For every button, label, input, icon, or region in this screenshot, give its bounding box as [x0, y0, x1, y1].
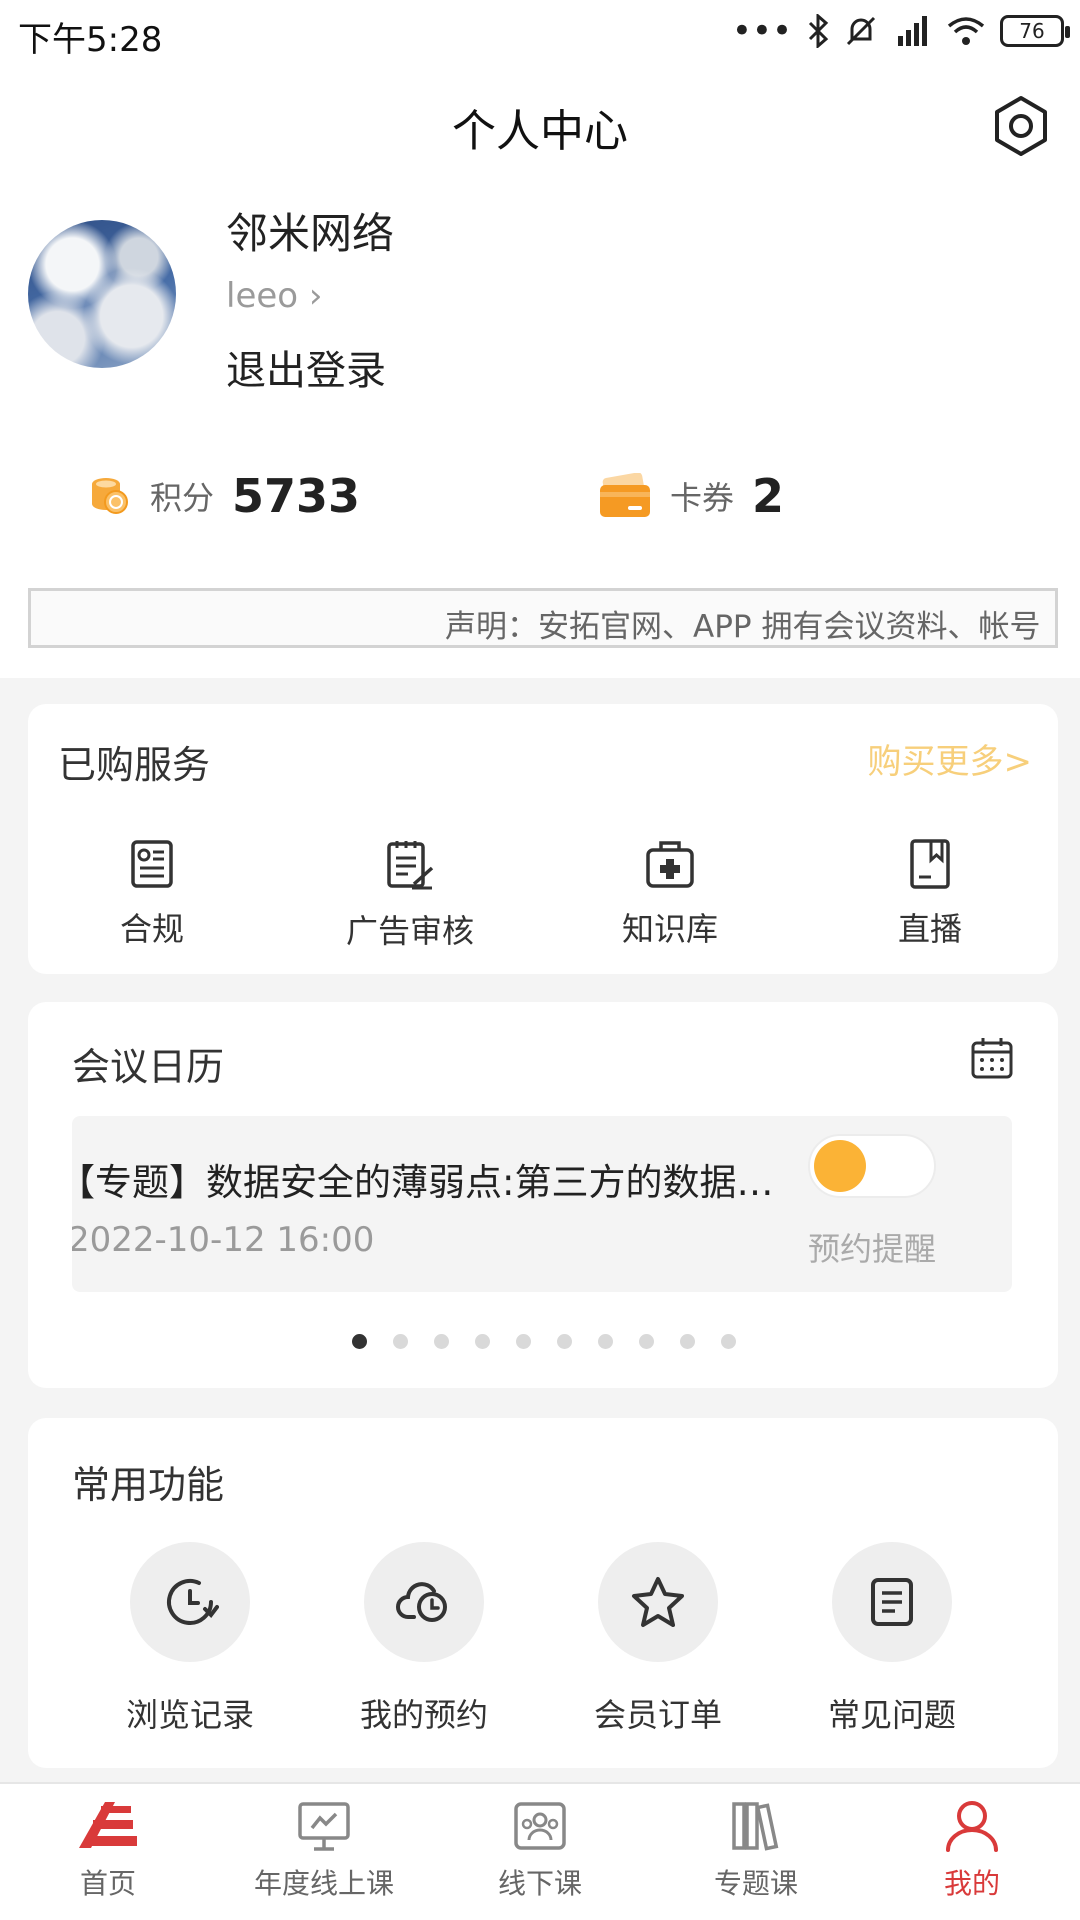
carousel-dot[interactable]	[598, 1334, 613, 1349]
avatar[interactable]	[28, 220, 176, 368]
points-label: 积分	[150, 479, 215, 517]
carousel-dot[interactable]	[434, 1334, 449, 1349]
toggle-knob	[814, 1140, 866, 1192]
logout-button[interactable]: 退出登录	[226, 338, 386, 396]
more-dots-icon: •••	[731, 11, 792, 51]
carousel-dot[interactable]	[639, 1334, 654, 1349]
functions-title: 常用功能	[72, 1463, 225, 1507]
carousel-dot[interactable]	[721, 1334, 736, 1349]
calendar-title: 会议日历	[72, 1045, 225, 1089]
bottom-nav: 首页 年度线上课 线下课 专题课 我的	[0, 1782, 1080, 1920]
carousel-dots	[28, 1334, 1058, 1349]
bookmark-book-icon	[910, 839, 950, 889]
function-label: 会员订单	[593, 1696, 722, 1734]
status-time: 下午5:28	[18, 20, 163, 60]
service-knowledge-base[interactable]: 知识库	[570, 838, 770, 950]
nav-mine[interactable]: 我的	[872, 1798, 1072, 1902]
user-icon	[946, 1801, 998, 1852]
nav-annual-online[interactable]: 年度线上课	[224, 1798, 424, 1902]
compliance-card-icon	[131, 840, 173, 888]
coupons-value: 2	[752, 469, 785, 523]
function-icon-circle	[598, 1542, 718, 1662]
ad-review-icon	[387, 841, 434, 890]
account-name: leeo	[226, 276, 299, 316]
settings-hexagon-icon[interactable]	[990, 95, 1052, 157]
service-label: 合规	[119, 910, 184, 948]
event-time: 2022-10-12 16:00	[72, 1220, 375, 1260]
function-icon-circle	[130, 1542, 250, 1662]
carousel-dot[interactable]	[557, 1334, 572, 1349]
coupons-stat[interactable]: 卡券 2	[598, 468, 784, 524]
star-icon	[632, 1577, 684, 1627]
nav-home[interactable]: 首页	[8, 1798, 208, 1902]
buy-more-link[interactable]: 购买更多>	[868, 734, 1033, 783]
home-logo-icon	[79, 1802, 137, 1848]
common-functions-card: 常用功能 浏览记录 我的预约 会员订单 常见问题	[28, 1418, 1058, 1768]
page-title: 个人中心	[452, 106, 628, 157]
nav-topic-course[interactable]: 专题课	[656, 1798, 856, 1902]
signal-icon	[898, 16, 927, 46]
medical-kit-icon	[646, 841, 694, 888]
mute-bell-icon	[846, 16, 876, 46]
cloud-clock-icon	[396, 1582, 447, 1622]
function-my-bookings[interactable]: 我的预约	[324, 1542, 524, 1736]
function-label: 常见问题	[827, 1696, 956, 1734]
service-label: 知识库	[621, 910, 718, 948]
purchased-services-card: 已购服务 购买更多> 合规 广告审核 知识库 直播	[28, 704, 1058, 974]
service-live[interactable]: 直播	[830, 838, 1030, 950]
history-clock-icon	[167, 1579, 219, 1625]
carousel-dot[interactable]	[516, 1334, 531, 1349]
wifi-icon	[947, 17, 985, 45]
status-icons: ••• 76	[731, 11, 1070, 51]
service-compliance[interactable]: 合规	[52, 838, 252, 950]
event-title: 【专题】数据安全的薄弱点:第三方的数据…	[72, 1161, 774, 1204]
nav-label: 专题课	[713, 1867, 798, 1900]
reminder-toggle[interactable]	[808, 1134, 936, 1198]
service-label: 直播	[897, 910, 962, 948]
battery-icon: 76	[1000, 15, 1070, 47]
points-stat[interactable]: 积分 5733	[84, 468, 360, 524]
function-label: 我的预约	[359, 1696, 488, 1734]
meeting-calendar-card: 会议日历 【专题】数据安全的薄弱点:第三方的数据… 2022-10-12 16:…	[28, 1002, 1058, 1388]
chevron-right-icon: ›	[308, 276, 323, 316]
coupons-label: 卡券	[670, 479, 735, 517]
event-card[interactable]: 【专题】数据安全的薄弱点:第三方的数据… 2022-10-12 16:00 预约…	[72, 1116, 1012, 1292]
nav-label: 年度线上课	[253, 1867, 394, 1900]
document-icon	[871, 1578, 913, 1626]
books-icon	[732, 1802, 779, 1851]
service-label: 广告审核	[345, 912, 474, 950]
nav-label: 线下课	[497, 1867, 582, 1900]
nav-label: 首页	[79, 1867, 136, 1900]
notice-banner[interactable]: 声明：安拓官网、APP 拥有会议资料、帐号	[28, 588, 1058, 648]
points-value: 5733	[232, 469, 361, 523]
carousel-dot[interactable]	[393, 1334, 408, 1349]
function-faq[interactable]: 常见问题	[792, 1542, 992, 1736]
nav-offline[interactable]: 线下课	[440, 1798, 640, 1902]
service-ad-review[interactable]: 广告审核	[310, 838, 510, 952]
carousel-dot-active[interactable]	[352, 1334, 367, 1349]
notice-text: 声明：安拓官网、APP 拥有会议资料、帐号	[445, 609, 1041, 645]
account-link[interactable]: leeo ›	[226, 276, 323, 316]
carousel-dot[interactable]	[475, 1334, 490, 1349]
function-member-orders[interactable]: 会员订单	[558, 1542, 758, 1736]
services-title: 已购服务	[58, 743, 211, 787]
function-icon-circle	[832, 1542, 952, 1662]
battery-level: 76	[1019, 19, 1045, 43]
group-icon	[514, 1802, 566, 1850]
status-bar: 下午5:28 ••• 76	[0, 0, 1080, 70]
function-history[interactable]: 浏览记录	[90, 1542, 290, 1736]
bluetooth-icon	[808, 14, 829, 48]
function-icon-circle	[364, 1542, 484, 1662]
calendar-icon[interactable]	[970, 1036, 1014, 1080]
coins-icon	[92, 478, 128, 514]
function-label: 浏览记录	[125, 1696, 254, 1734]
nav-label: 我的	[943, 1867, 1000, 1900]
card-coupon-icon	[600, 473, 650, 517]
carousel-dot[interactable]	[680, 1334, 695, 1349]
reminder-label: 预约提醒	[808, 1230, 937, 1268]
presentation-icon	[298, 1802, 350, 1851]
username: 邻米网络	[226, 209, 395, 258]
